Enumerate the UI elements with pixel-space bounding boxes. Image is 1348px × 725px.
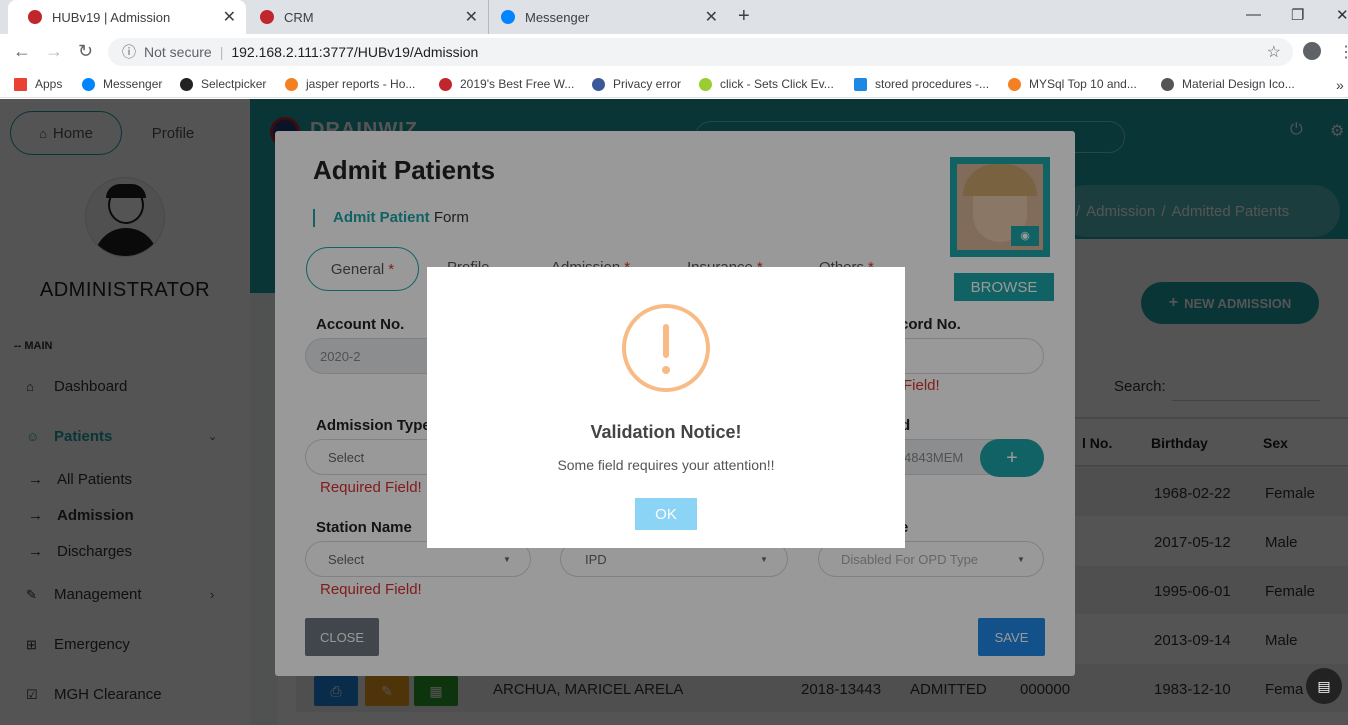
- url-text: 192.168.2.111:3777/HUBv19/Admission: [231, 44, 479, 60]
- new-tab-icon[interactable]: +: [738, 5, 750, 28]
- bookmark-selectpicker[interactable]: Selectpicker: [180, 77, 266, 91]
- bookmark-jasper[interactable]: jasper reports - Ho...: [285, 77, 415, 91]
- bookmark-apps[interactable]: Apps: [14, 77, 62, 91]
- security-label: Not secure: [144, 44, 212, 60]
- bookmark-stored-procedures[interactable]: stored procedures -...: [854, 77, 989, 91]
- ok-button[interactable]: OK: [635, 498, 697, 530]
- hub-favicon-icon: [28, 10, 42, 24]
- tab-title: HUBv19 | Admission: [52, 9, 171, 25]
- page: ⌂ Home Profile ADMINISTRATOR -- MAIN ⌂ Da…: [0, 99, 1348, 725]
- account-avatar-icon[interactable]: [1303, 42, 1321, 60]
- reload-icon[interactable]: ↻: [78, 41, 93, 62]
- apps-grid-icon: [14, 77, 27, 91]
- browser-tab-bar: HUBv19 | Admission ✕ CRM ✕ Messenger ✕ +…: [0, 0, 1348, 34]
- close-tab-icon[interactable]: ✕: [465, 7, 478, 27]
- browser-tab-messenger[interactable]: Messenger ✕: [488, 0, 728, 34]
- close-tab-icon[interactable]: ✕: [223, 7, 236, 27]
- stackoverflow-icon: [285, 77, 298, 91]
- back-icon[interactable]: ←: [13, 41, 31, 62]
- chrome-menu-icon[interactable]: ⋮: [1338, 42, 1348, 62]
- database-icon: [854, 77, 867, 91]
- bookmarks-bar: Apps Messenger Selectpicker jasper repor…: [0, 70, 1348, 98]
- tab-title: CRM: [284, 9, 314, 25]
- bookmark-star-icon[interactable]: ☆: [1267, 42, 1281, 62]
- bookmark-messenger[interactable]: Messenger: [82, 77, 162, 91]
- browser-tab-admission[interactable]: HUBv19 | Admission ✕: [8, 0, 246, 34]
- bookmark-material-design[interactable]: Material Design Ico...: [1161, 77, 1295, 91]
- minimize-icon[interactable]: —: [1246, 6, 1261, 23]
- more-bookmarks-icon[interactable]: »: [1336, 77, 1344, 93]
- bookmark-privacy-error[interactable]: Privacy error: [592, 77, 681, 91]
- tab-title: Messenger: [525, 9, 590, 25]
- stackoverflow-icon: [1008, 77, 1021, 91]
- messenger-favicon-icon: [501, 10, 515, 24]
- alert-message: Some field requires your attention!!: [557, 457, 775, 473]
- maximize-icon[interactable]: ❐: [1291, 6, 1304, 24]
- validation-alert: Validation Notice! Some field requires y…: [427, 267, 905, 548]
- github-icon: [180, 77, 193, 91]
- chat-icon[interactable]: ▤: [1306, 668, 1342, 704]
- info-icon[interactable]: ⓘ: [122, 42, 136, 62]
- globe-icon: [1161, 77, 1174, 91]
- close-window-icon[interactable]: ✕: [1336, 6, 1348, 24]
- bookmark-click-sets[interactable]: click - Sets Click Ev...: [699, 77, 834, 91]
- site-icon: [699, 77, 712, 91]
- warning-site-icon: [592, 77, 605, 91]
- warning-icon: [622, 304, 710, 392]
- browser-tab-crm[interactable]: CRM ✕: [248, 0, 488, 34]
- browser-toolbar: ← → ↻ ⓘ Not secure | 192.168.2.111:3777/…: [0, 34, 1348, 70]
- close-tab-icon[interactable]: ✕: [705, 7, 718, 27]
- alert-title: Validation Notice!: [590, 422, 742, 442]
- forward-icon[interactable]: →: [45, 41, 63, 62]
- hub-favicon-icon: [260, 10, 274, 24]
- site-icon: [439, 77, 452, 91]
- bookmark-mysql[interactable]: MYSql Top 10 and...: [1008, 77, 1137, 91]
- messenger-icon: [82, 77, 95, 91]
- address-bar[interactable]: ⓘ Not secure | 192.168.2.111:3777/HUBv19…: [108, 38, 1293, 66]
- bookmark-best-free[interactable]: 2019's Best Free W...: [439, 77, 574, 91]
